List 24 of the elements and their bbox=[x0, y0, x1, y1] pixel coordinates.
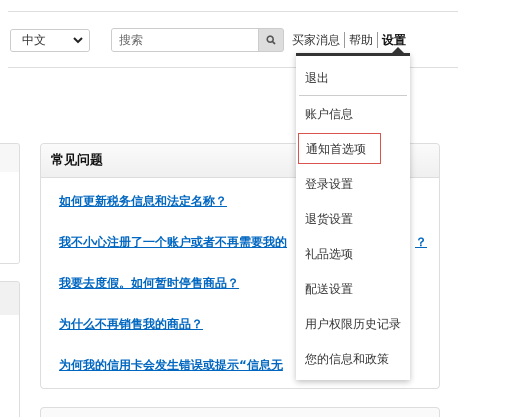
search-field[interactable]: 搜索 bbox=[111, 28, 259, 52]
chevron-down-icon bbox=[73, 36, 83, 44]
menu-item[interactable]: 配送设置 bbox=[298, 273, 408, 304]
menu-item[interactable]: 登录设置 bbox=[298, 168, 408, 199]
search-button[interactable] bbox=[259, 28, 284, 52]
faq-link[interactable]: ？ bbox=[415, 232, 427, 250]
menu-item[interactable]: 退货设置 bbox=[298, 203, 408, 234]
faq-link[interactable]: 为何我的信用卡会发生错误或提示“信息无 bbox=[59, 356, 283, 374]
menu-item[interactable]: 您的信息和政策 bbox=[298, 343, 408, 374]
header-link[interactable]: 帮助 bbox=[349, 31, 373, 49]
language-select[interactable]: 中文 bbox=[10, 28, 90, 52]
header-link[interactable]: 买家消息 bbox=[292, 31, 340, 49]
faq-link[interactable]: 为什么不再销售我的商品？ bbox=[59, 314, 203, 332]
menu-item[interactable]: 用户权限历史记录 bbox=[298, 308, 408, 339]
search-icon bbox=[266, 35, 276, 45]
menu-item[interactable]: 账户信息 bbox=[298, 98, 408, 129]
menu-item[interactable]: 通知首选项 bbox=[298, 133, 381, 164]
menu-item[interactable]: 礼品选项 bbox=[298, 238, 408, 269]
header-link[interactable]: 设置 bbox=[382, 31, 406, 49]
menu-item[interactable]: 退出 bbox=[298, 62, 408, 93]
faq-link[interactable]: 我不小心注册了一个账户或者不再需要我的 bbox=[59, 232, 287, 250]
card-title: 常见问题 bbox=[51, 152, 103, 170]
faq-link[interactable]: 我要去度假。如何暂时停售商品？ bbox=[59, 274, 239, 292]
faq-link[interactable]: 如何更新税务信息和法定名称？ bbox=[59, 192, 227, 210]
